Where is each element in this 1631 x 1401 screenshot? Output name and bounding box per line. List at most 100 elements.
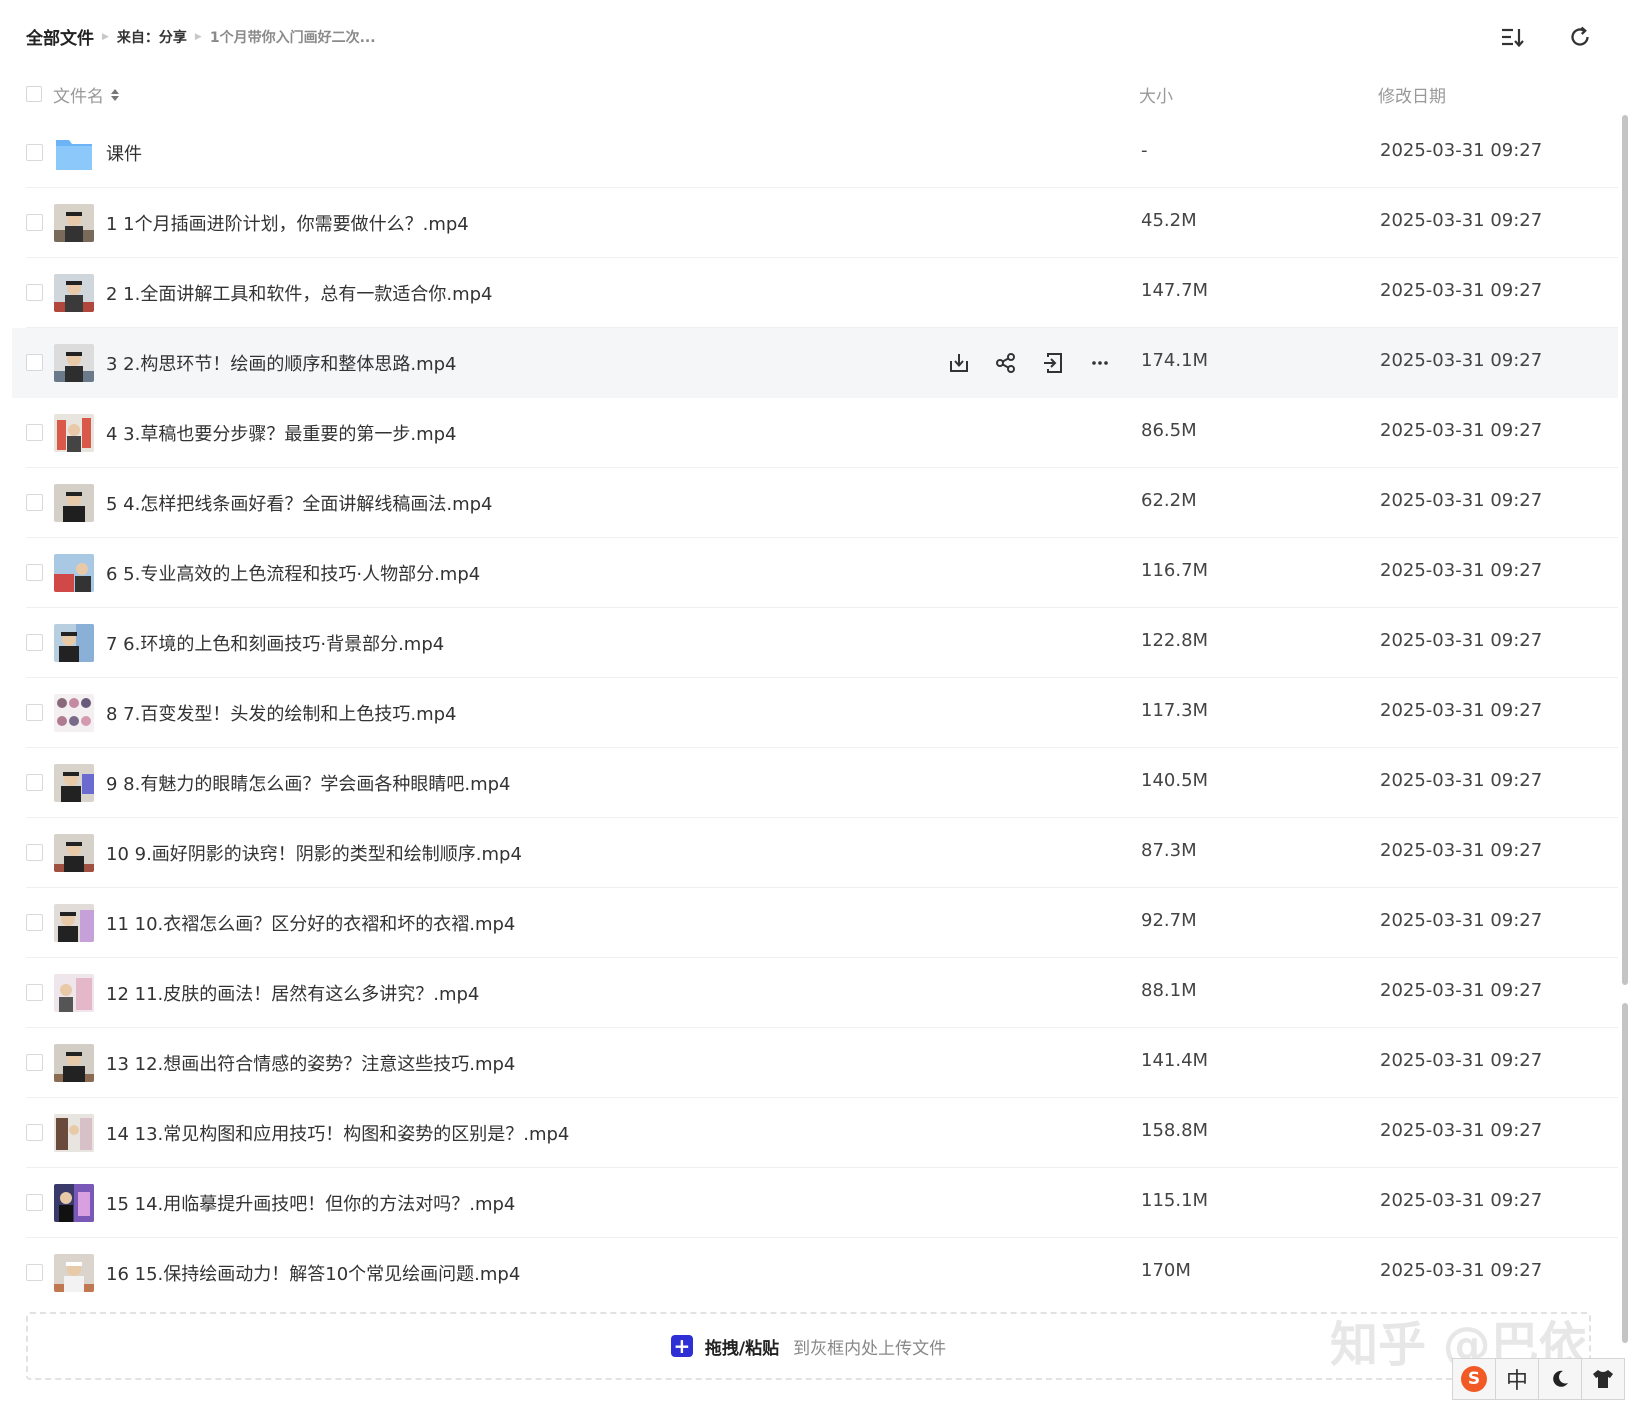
file-name[interactable]: 12 11.皮肤的画法！居然有这么多讲究？.mp4: [106, 980, 479, 1006]
file-name[interactable]: 5 4.怎样把线条画好看？全面讲解线稿画法.mp4: [106, 490, 492, 516]
breadcrumb-root[interactable]: 全部文件: [26, 24, 94, 49]
file-name[interactable]: 9 8.有魅力的眼睛怎么画？学会画各种眼睛吧.mp4: [106, 770, 510, 796]
video-thumbnail-icon: [54, 834, 94, 872]
table-row[interactable]: 10 9.画好阴影的诀窍！阴影的类型和绘制顺序.mp4 87.3M 2025-0…: [12, 818, 1618, 888]
select-all-checkbox[interactable]: [26, 86, 42, 102]
video-thumbnail-icon: [54, 484, 94, 522]
file-size: 87.3M: [1141, 840, 1197, 861]
upload-main-label: 拖拽/粘贴: [704, 1338, 780, 1359]
file-date: 2025-03-31 09:27: [1380, 1120, 1543, 1141]
file-name[interactable]: 8 7.百变发型！头发的绘制和上色技巧.mp4: [106, 700, 456, 726]
file-name[interactable]: 16 15.保持绘画动力！解答10个常见绘画问题.mp4: [106, 1260, 520, 1286]
table-row[interactable]: 2 1.全面讲解工具和软件，总有一款适合你.mp4 147.7M 2025-03…: [12, 258, 1618, 328]
save-to-icon[interactable]: [1036, 346, 1070, 380]
table-row[interactable]: 11 10.衣褶怎么画？区分好的衣褶和坏的衣褶.mp4 92.7M 2025-0…: [12, 888, 1618, 958]
table-row[interactable]: 9 8.有魅力的眼睛怎么画？学会画各种眼睛吧.mp4 140.5M 2025-0…: [12, 748, 1618, 818]
file-size: 122.8M: [1141, 630, 1209, 651]
table-row[interactable]: 8 7.百变发型！头发的绘制和上色技巧.mp4 117.3M 2025-03-3…: [12, 678, 1618, 748]
video-thumbnail-icon: [54, 344, 94, 382]
file-date: 2025-03-31 09:27: [1380, 490, 1543, 511]
table-row[interactable]: 课件 - 2025-03-31 09:27: [12, 118, 1618, 188]
file-date: 2025-03-31 09:27: [1380, 1260, 1543, 1281]
row-checkbox[interactable]: [26, 564, 43, 581]
ime-language-toggle[interactable]: 中: [1495, 1358, 1539, 1400]
file-size: 92.7M: [1141, 910, 1197, 931]
file-name[interactable]: 6 5.专业高效的上色流程和技巧·人物部分.mp4: [106, 560, 480, 586]
row-checkbox[interactable]: [26, 984, 43, 1001]
breadcrumb-source[interactable]: 来自：分享: [117, 27, 187, 47]
row-checkbox[interactable]: [26, 1194, 43, 1211]
video-thumbnail-icon: [54, 1044, 94, 1082]
row-checkbox[interactable]: [26, 774, 43, 791]
file-date: 2025-03-31 09:27: [1380, 280, 1543, 301]
video-thumbnail-icon: [54, 694, 94, 732]
file-size: 116.7M: [1141, 560, 1209, 581]
video-thumbnail-icon: [54, 554, 94, 592]
refresh-icon[interactable]: [1563, 20, 1597, 54]
row-checkbox[interactable]: [26, 914, 43, 931]
share-icon[interactable]: [989, 346, 1023, 380]
row-checkbox[interactable]: [26, 424, 43, 441]
row-checkbox[interactable]: [26, 1124, 43, 1141]
file-date: 2025-03-31 09:27: [1380, 910, 1543, 931]
file-name[interactable]: 课件: [106, 140, 142, 166]
file-name[interactable]: 13 12.想画出符合情感的姿势？注意这些技巧.mp4: [106, 1050, 515, 1076]
top-bar: 全部文件 ▶ 来自：分享 ▶ 1个月带你入门画好二次...: [0, 0, 1631, 70]
file-size: 170M: [1141, 1260, 1191, 1281]
row-checkbox[interactable]: [26, 1264, 43, 1281]
table-row[interactable]: 4 3.草稿也要分步骤？最重要的第一步.mp4 86.5M 2025-03-31…: [12, 398, 1618, 468]
row-checkbox[interactable]: [26, 1054, 43, 1071]
breadcrumb: 全部文件 ▶ 来自：分享 ▶ 1个月带你入门画好二次...: [26, 24, 376, 49]
table-row[interactable]: 15 14.用临摹提升画技吧！但你的方法对吗？.mp4 115.1M 2025-…: [12, 1168, 1618, 1238]
table-row[interactable]: 7 6.环境的上色和刻画技巧·背景部分.mp4 122.8M 2025-03-3…: [12, 608, 1618, 678]
row-checkbox[interactable]: [26, 144, 43, 161]
breadcrumb-separator-icon: ▶: [194, 31, 202, 42]
row-actions: [942, 346, 1117, 380]
row-checkbox[interactable]: [26, 634, 43, 651]
sort-list-icon[interactable]: [1496, 20, 1530, 54]
video-thumbnail-icon: [54, 414, 94, 452]
file-size: 115.1M: [1141, 1190, 1209, 1211]
table-row[interactable]: 3 2.构思环节！绘画的顺序和整体思路.mp4 174.1M 2025-03-3…: [12, 328, 1618, 398]
row-checkbox[interactable]: [26, 704, 43, 721]
file-name[interactable]: 11 10.衣褶怎么画？区分好的衣褶和坏的衣褶.mp4: [106, 910, 515, 936]
row-checkbox[interactable]: [26, 214, 43, 231]
file-size: 88.1M: [1141, 980, 1197, 1001]
file-name[interactable]: 3 2.构思环节！绘画的顺序和整体思路.mp4: [106, 350, 456, 376]
table-row[interactable]: 16 15.保持绘画动力！解答10个常见绘画问题.mp4 170M 2025-0…: [12, 1238, 1618, 1308]
file-name[interactable]: 14 13.常见构图和应用技巧！构图和姿势的区别是？.mp4: [106, 1120, 569, 1146]
sort-toggle-icon[interactable]: [110, 87, 120, 103]
file-name[interactable]: 4 3.草稿也要分步骤？最重要的第一步.mp4: [106, 420, 456, 446]
table-row[interactable]: 5 4.怎样把线条画好看？全面讲解线稿画法.mp4 62.2M 2025-03-…: [12, 468, 1618, 538]
download-icon[interactable]: [942, 346, 976, 380]
video-thumbnail-icon: [54, 1254, 94, 1292]
file-name[interactable]: 2 1.全面讲解工具和软件，总有一款适合你.mp4: [106, 280, 492, 306]
sogou-logo-icon[interactable]: S: [1452, 1358, 1496, 1400]
moon-icon[interactable]: [1538, 1358, 1582, 1400]
file-name[interactable]: 7 6.环境的上色和刻画技巧·背景部分.mp4: [106, 630, 444, 656]
file-size: 45.2M: [1141, 210, 1197, 231]
table-row[interactable]: 6 5.专业高效的上色流程和技巧·人物部分.mp4 116.7M 2025-03…: [12, 538, 1618, 608]
file-name[interactable]: 1 1个月插画进阶计划，你需要做什么？.mp4: [106, 210, 469, 236]
scrollbar[interactable]: [1622, 115, 1628, 1345]
column-name-header[interactable]: 文件名: [53, 82, 120, 107]
row-checkbox[interactable]: [26, 844, 43, 861]
video-thumbnail-icon: [54, 624, 94, 662]
row-checkbox[interactable]: [26, 284, 43, 301]
shirt-icon[interactable]: [1581, 1358, 1625, 1400]
file-name[interactable]: 10 9.画好阴影的诀窍！阴影的类型和绘制顺序.mp4: [106, 840, 522, 866]
table-row[interactable]: 13 12.想画出符合情感的姿势？注意这些技巧.mp4 141.4M 2025-…: [12, 1028, 1618, 1098]
more-icon[interactable]: [1083, 346, 1117, 380]
file-size: 86.5M: [1141, 420, 1197, 441]
scrollbar-thumb-lower[interactable]: [1622, 1003, 1628, 1343]
file-date: 2025-03-31 09:27: [1380, 770, 1543, 791]
row-checkbox[interactable]: [26, 354, 43, 371]
file-size: 158.8M: [1141, 1120, 1209, 1141]
table-row[interactable]: 14 13.常见构图和应用技巧！构图和姿势的区别是？.mp4 158.8M 20…: [12, 1098, 1618, 1168]
row-checkbox[interactable]: [26, 494, 43, 511]
table-row[interactable]: 1 1个月插画进阶计划，你需要做什么？.mp4 45.2M 2025-03-31…: [12, 188, 1618, 258]
table-row[interactable]: 12 11.皮肤的画法！居然有这么多讲究？.mp4 88.1M 2025-03-…: [12, 958, 1618, 1028]
scrollbar-thumb[interactable]: [1622, 115, 1628, 985]
file-name[interactable]: 15 14.用临摹提升画技吧！但你的方法对吗？.mp4: [106, 1190, 515, 1216]
ime-toolbar: S 中: [1452, 1358, 1625, 1401]
